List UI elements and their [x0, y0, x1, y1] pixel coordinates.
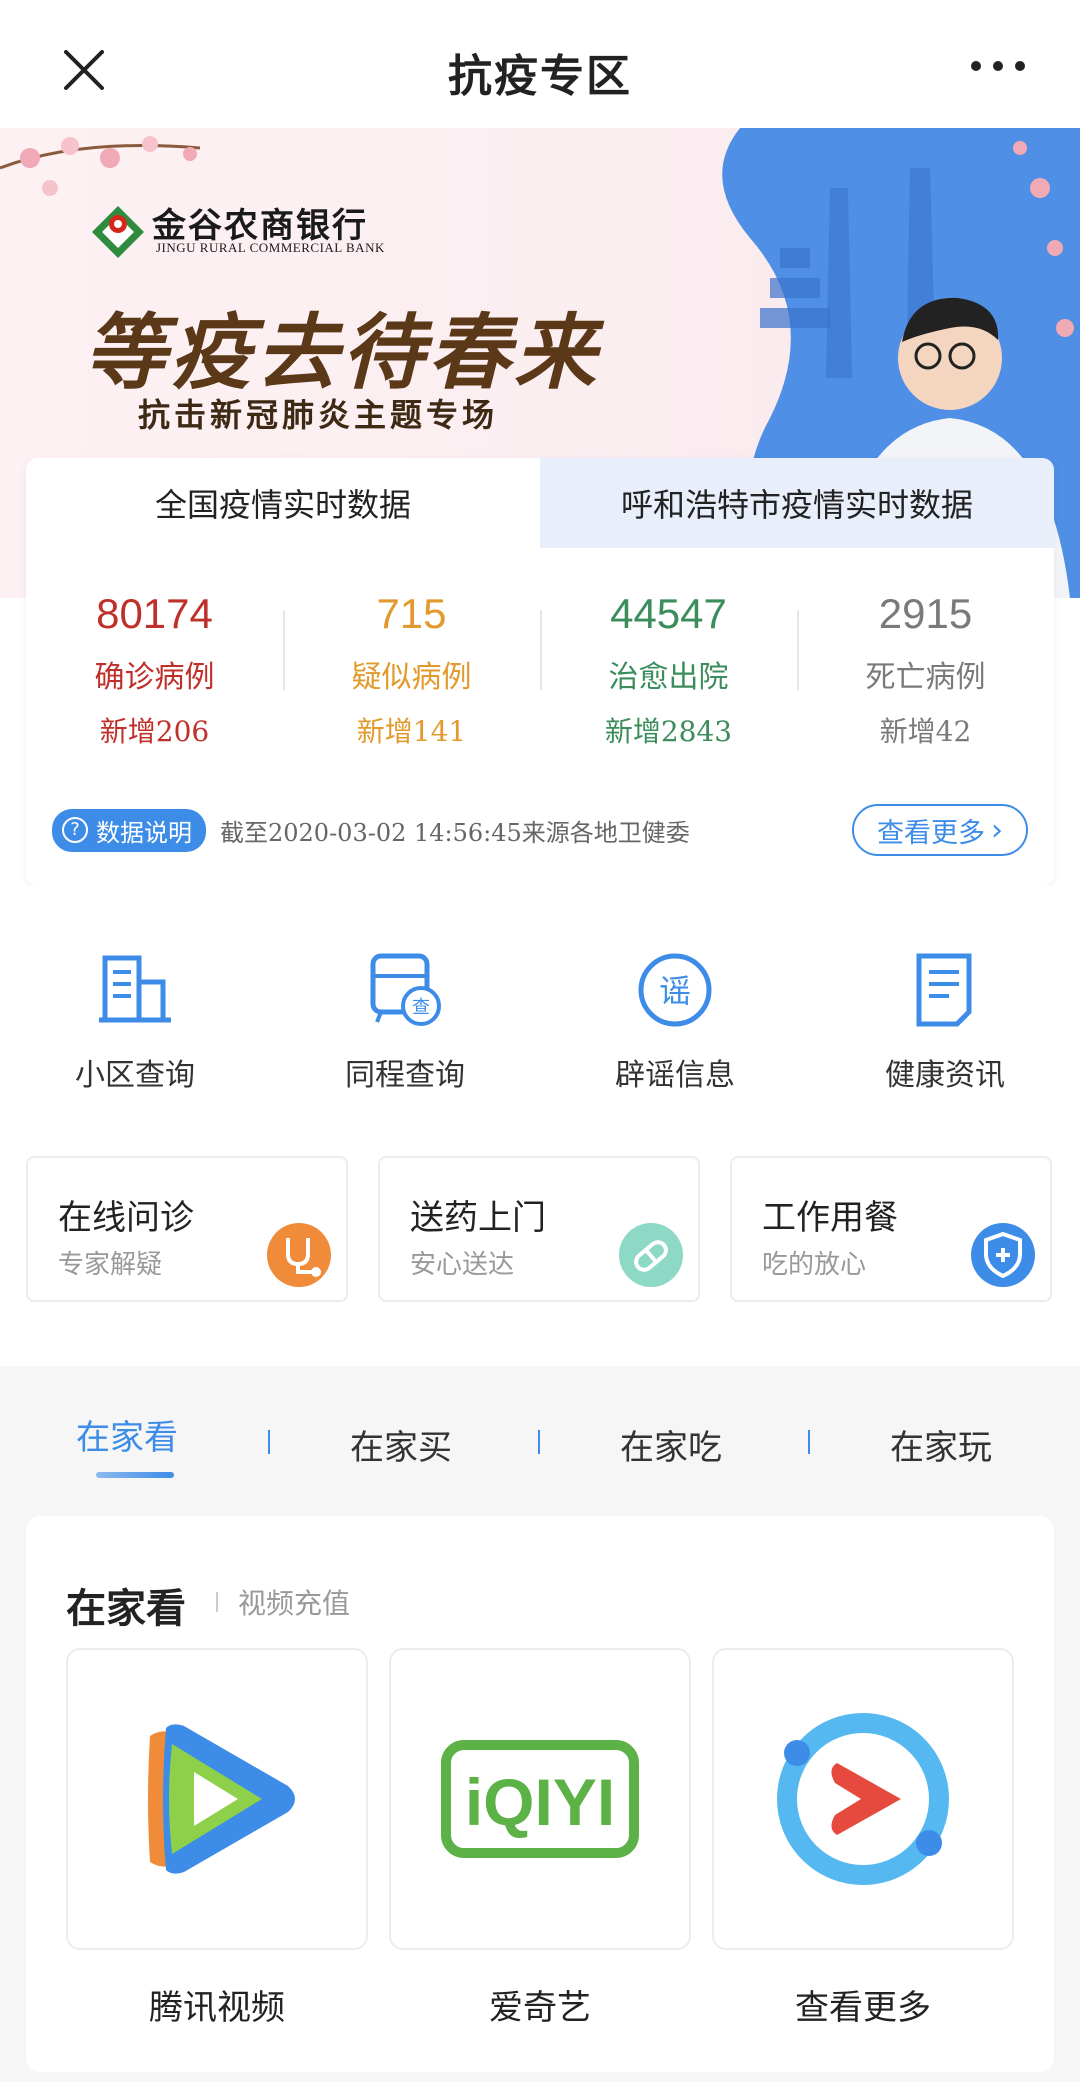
app-name: 查看更多	[795, 1988, 931, 2028]
section-title: 在家看	[66, 1586, 186, 1632]
stat-value: 2915	[878, 590, 973, 637]
stat-value: 80174	[96, 590, 213, 637]
stat-label: 确诊病例	[94, 660, 215, 695]
data-source-text: 截至2020-03-02 14:56:45来源各地卫健委	[220, 818, 690, 847]
stat-increase: 新增2843	[604, 715, 733, 748]
section-separator	[216, 1592, 218, 1612]
app-tile[interactable]	[66, 1648, 368, 1950]
tab-home-eat[interactable]: 在家吃	[620, 1420, 722, 1469]
tab-home-play[interactable]: 在家玩	[890, 1420, 992, 1469]
home-tabs: 在家看 在家买 在家吃 在家玩	[0, 1400, 1080, 1480]
rumor-icon-text: 谣	[659, 972, 691, 1010]
service-cards: 在线问诊 专家解疑 送药上门 安心送达 工作用餐 吃的放心	[26, 1156, 1052, 1302]
stat-suspected: 715 疑似病例 新增141	[283, 588, 540, 768]
service-title: 在线问诊	[58, 1198, 194, 1238]
service-desc: 专家解疑	[58, 1250, 163, 1280]
video-app-iqiyi[interactable]: iQIYI 爱奇艺	[389, 1648, 691, 2029]
service-medicine-delivery[interactable]: 送药上门 安心送达	[378, 1156, 700, 1302]
stat-confirmed: 80174 确诊病例 新增206	[26, 588, 283, 768]
quick-health-news[interactable]: 健康资讯	[810, 950, 1080, 1094]
tab-hohhot[interactable]: 呼和浩特市疫情实时数据	[540, 458, 1054, 548]
quick-label: 同程查询	[345, 1058, 465, 1093]
iqiyi-icon: iQIYI	[441, 1740, 639, 1858]
document-icon	[916, 953, 972, 1027]
chevron-right-icon: ›	[991, 812, 1003, 848]
stats-row: 80174 确诊病例 新增206 715 疑似病例 新增141 44547 治愈…	[26, 588, 1054, 768]
view-more-label: 查看更多	[877, 817, 985, 849]
app-tile[interactable]	[712, 1648, 1014, 1950]
stat-increase: 新增141	[356, 715, 467, 748]
video-app-more[interactable]: 查看更多	[712, 1648, 1014, 2029]
service-title: 送药上门	[410, 1198, 546, 1238]
stat-label: 死亡病例	[865, 660, 986, 695]
top-bar: 抗疫专区	[0, 0, 1080, 128]
tencent-video-icon	[148, 1724, 295, 1874]
service-title: 工作用餐	[762, 1198, 898, 1238]
shield-icon	[971, 1223, 1035, 1287]
data-note: ? 数据说明 截至2020-03-02 14:56:45来源各地卫健委	[52, 808, 690, 852]
section-subtitle: 视频充值	[238, 1587, 351, 1620]
question-icon: ?	[62, 817, 88, 843]
rumor-icon: 谣	[638, 953, 712, 1027]
app-name: 爱奇艺	[489, 1988, 591, 2028]
page-title: 抗疫专区	[448, 51, 632, 102]
service-desc: 吃的放心	[762, 1250, 867, 1280]
data-explain-label: 数据说明	[96, 818, 192, 847]
tab-separator	[808, 1430, 810, 1454]
stat-value: 715	[376, 590, 447, 637]
bank-logo-icon	[92, 206, 144, 258]
video-app-tencent[interactable]: 腾讯视频	[66, 1648, 368, 2029]
app-tile[interactable]: iQIYI	[389, 1648, 691, 1950]
tab-home-buy[interactable]: 在家买	[350, 1420, 452, 1469]
train-search-icon-text: 查	[412, 997, 430, 1018]
tab-national[interactable]: 全国疫情实时数据	[26, 458, 540, 548]
train-search-icon: 查	[370, 953, 441, 1026]
quick-label: 辟谣信息	[615, 1058, 735, 1093]
quick-actions: 小区查询 查 同程查询 谣 辟谣信息 健康资讯	[0, 950, 1080, 1094]
stat-label: 治愈出院	[608, 660, 729, 695]
service-online-consult[interactable]: 在线问诊 专家解疑	[26, 1156, 348, 1302]
stethoscope-icon	[267, 1223, 331, 1287]
stat-deaths: 2915 死亡病例 新增42	[797, 588, 1054, 768]
quick-rumor-info[interactable]: 谣 辟谣信息	[540, 950, 810, 1094]
app-name: 腾讯视频	[149, 1988, 285, 2028]
stat-label: 疑似病例	[351, 660, 472, 695]
quick-community-query[interactable]: 小区查询	[0, 950, 270, 1094]
banner-subslogan: 抗击新冠肺炎主题专场	[138, 396, 499, 434]
iqiyi-logo-text: iQIYI	[465, 1765, 615, 1839]
stat-increase: 新增206	[99, 715, 210, 748]
quick-label: 健康资讯	[885, 1058, 1005, 1093]
tab-home-watch[interactable]: 在家看	[76, 1410, 178, 1459]
stat-increase: 新增42	[879, 715, 972, 748]
service-desc: 安心送达	[410, 1250, 515, 1280]
tab-active-indicator	[96, 1472, 174, 1478]
play-more-icon	[777, 1713, 949, 1885]
service-work-meals[interactable]: 工作用餐 吃的放心	[730, 1156, 1052, 1302]
data-tabs: 全国疫情实时数据 呼和浩特市疫情实时数据	[26, 458, 1054, 548]
stat-value: 44547	[610, 590, 727, 637]
stat-recovered: 44547 治愈出院 新增2843	[540, 588, 797, 768]
building-icon	[99, 955, 171, 1023]
banner-slogan: 等疫去待春来	[84, 305, 600, 401]
tab-separator	[538, 1430, 540, 1454]
more-dots-icon[interactable]	[968, 56, 1028, 76]
quick-label: 小区查询	[75, 1058, 195, 1093]
epidemic-data-card: 全国疫情实时数据 呼和浩特市疫情实时数据 80174 确诊病例 新增206 71…	[26, 458, 1054, 886]
video-apps: 腾讯视频 iQIYI 爱奇艺 查看更多	[66, 1648, 1014, 2029]
quick-trip-query[interactable]: 查 同程查询	[270, 950, 540, 1094]
bank-name-en: JINGU RURAL COMMERCIAL BANK	[156, 240, 385, 255]
view-more-button[interactable]: 查看更多 ›	[852, 804, 1028, 856]
data-explain-badge[interactable]: ? 数据说明	[52, 808, 206, 852]
tab-separator	[268, 1430, 270, 1454]
pill-icon	[619, 1223, 683, 1287]
home-watch-card: 在家看 视频充值 腾讯视频 iQIYI 爱奇艺 查看更多	[26, 1516, 1054, 2072]
